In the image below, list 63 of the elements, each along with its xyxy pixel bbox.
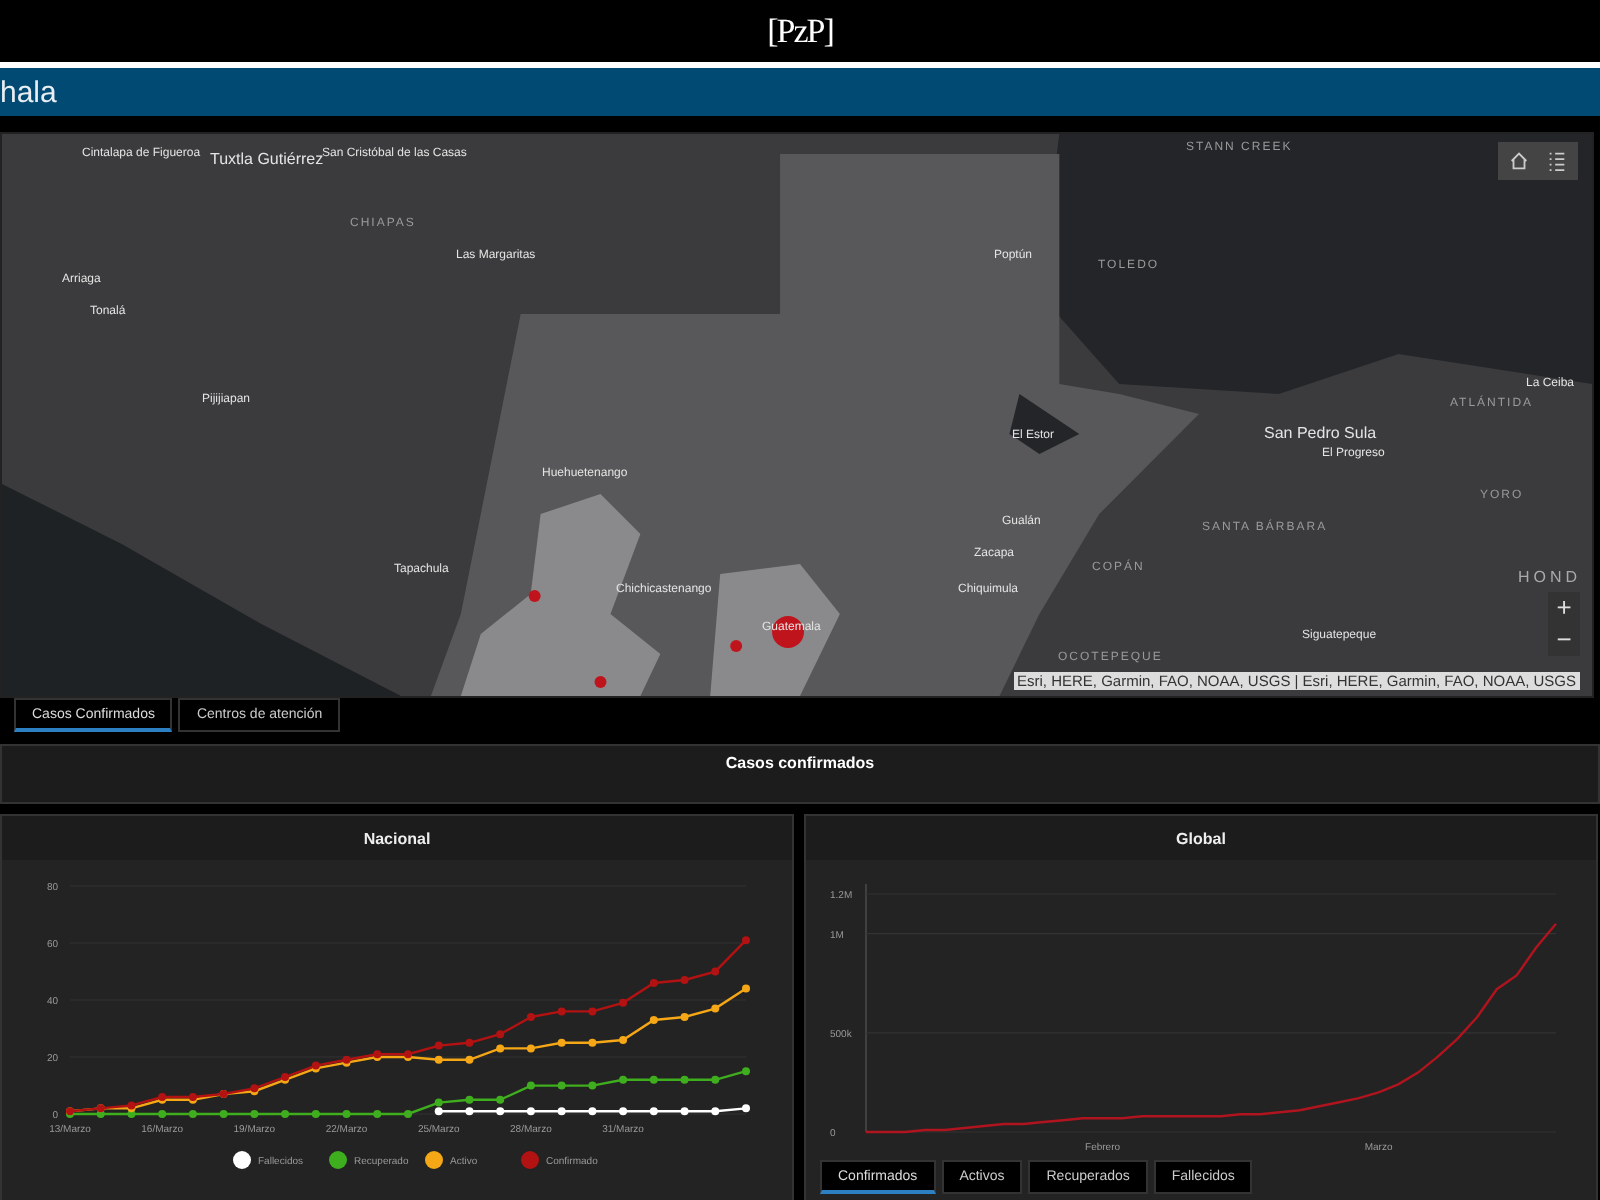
point	[311, 1110, 320, 1118]
map-label: San Pedro Sula	[1264, 424, 1377, 442]
point	[619, 1035, 628, 1044]
point	[434, 1098, 443, 1107]
point	[619, 1075, 628, 1084]
point	[588, 1007, 597, 1016]
point	[742, 984, 750, 993]
point	[465, 1107, 474, 1116]
logo: [PzP]	[767, 11, 833, 51]
point	[434, 1107, 443, 1116]
point	[649, 1107, 658, 1116]
point	[649, 1015, 658, 1024]
list-icon[interactable]	[1546, 150, 1568, 172]
point	[557, 1007, 566, 1016]
map-label: Tuxtla Gutiérrez	[210, 150, 324, 168]
point	[619, 998, 628, 1007]
panel-title: Global	[1176, 829, 1226, 847]
map-label: HOND	[1518, 570, 1582, 584]
point	[742, 1067, 750, 1076]
point	[496, 1095, 505, 1104]
point	[588, 1038, 597, 1047]
point	[250, 1110, 259, 1118]
point	[434, 1041, 443, 1050]
point	[496, 1044, 505, 1053]
point	[188, 1110, 197, 1118]
point	[711, 1107, 720, 1116]
point	[711, 967, 720, 976]
point	[465, 1038, 474, 1047]
point	[158, 1110, 167, 1118]
home-icon[interactable]	[1508, 150, 1530, 172]
point	[711, 1004, 720, 1013]
point	[526, 1107, 535, 1116]
point	[557, 1107, 566, 1116]
point	[680, 1013, 689, 1022]
point	[465, 1095, 474, 1104]
point	[557, 1081, 566, 1090]
point	[680, 976, 689, 985]
point	[588, 1107, 597, 1116]
point	[680, 1075, 689, 1084]
point	[465, 1055, 474, 1064]
point	[526, 1044, 535, 1053]
panel-title: Nacional	[363, 829, 431, 847]
point	[680, 1107, 689, 1116]
point	[526, 1013, 535, 1022]
point	[281, 1110, 290, 1118]
point	[742, 936, 750, 945]
point	[496, 1030, 505, 1039]
point	[742, 1104, 750, 1113]
point	[404, 1110, 412, 1118]
point	[588, 1081, 597, 1090]
point	[526, 1081, 535, 1090]
point	[619, 1107, 628, 1116]
page-title: hala	[0, 75, 57, 109]
point	[649, 978, 658, 987]
point	[496, 1107, 505, 1116]
panel-title: Casos confirmados	[725, 754, 875, 776]
point	[649, 1075, 658, 1084]
point	[434, 1055, 443, 1064]
point	[557, 1038, 566, 1047]
point	[342, 1110, 351, 1118]
point	[711, 1075, 720, 1084]
point	[373, 1110, 382, 1118]
point	[219, 1110, 228, 1118]
